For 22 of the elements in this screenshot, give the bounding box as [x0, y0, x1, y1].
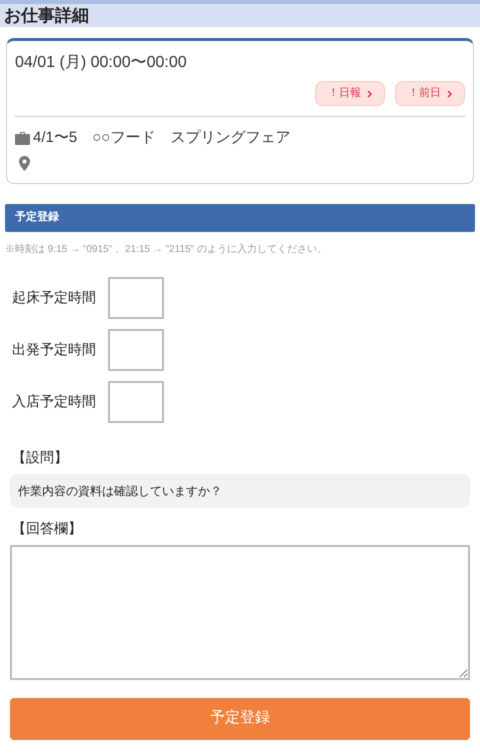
submit-button[interactable]: 予定登録: [10, 698, 470, 740]
answer-heading: 【回答欄】: [12, 518, 83, 538]
question-heading: 【設問】: [12, 448, 69, 466]
field-label: 入店予定時間: [12, 392, 96, 411]
alert-badge[interactable]: ！日報: [315, 81, 385, 106]
time-input[interactable]: [108, 276, 164, 318]
page-title: お仕事詳細: [4, 4, 89, 27]
time-input[interactable]: [108, 328, 164, 370]
job-name: 4/1〜5 ○○フード スプリングフェア: [33, 128, 290, 148]
location-pin-icon: [19, 156, 30, 170]
alert-badge[interactable]: ！前日: [395, 81, 465, 106]
question-bubble: 作業内容の資料は確認していますか？: [10, 474, 470, 508]
job-datetime: 04/01 (月) 00:00〜00:00: [15, 53, 188, 73]
briefcase-icon: [15, 132, 30, 145]
input-note: ※時刻は 9:15 → "0915" 、21:15 → "2115" のように入力してください。: [5, 242, 328, 256]
field-label: 出発予定時間: [12, 340, 96, 359]
field-label: 起床予定時間: [12, 288, 96, 307]
section-title: 予定登録: [15, 210, 59, 226]
time-input[interactable]: [108, 380, 164, 422]
chevron-right-icon: [367, 90, 372, 98]
chevron-right-icon: [447, 90, 452, 98]
answer-box[interactable]: [10, 544, 470, 680]
